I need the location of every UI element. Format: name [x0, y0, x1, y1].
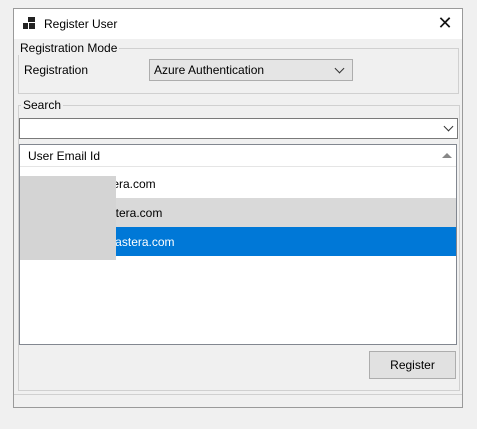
- app-window-icon: [23, 17, 35, 29]
- registration-dropdown-value: Azure Authentication: [154, 63, 265, 77]
- register-button[interactable]: Register: [369, 351, 456, 379]
- sort-ascending-icon: [442, 153, 452, 158]
- chevron-down-icon: [443, 121, 454, 132]
- register-user-dialog: Register User ✕ Registration Mode Regist…: [13, 8, 463, 408]
- column-header-user-email[interactable]: User Email Id: [20, 145, 456, 167]
- search-group-label: Search: [21, 98, 64, 112]
- registration-label: Registration: [24, 63, 89, 77]
- title-bar[interactable]: Register User ✕: [14, 9, 462, 39]
- redaction-block: [20, 176, 116, 260]
- search-combobox[interactable]: [19, 118, 458, 139]
- window-title: Register User: [44, 17, 118, 31]
- divider: [14, 394, 462, 395]
- registration-mode-group-label: Registration Mode: [18, 41, 120, 55]
- close-icon[interactable]: ✕: [434, 12, 456, 34]
- chevron-down-icon: [334, 63, 345, 74]
- registration-dropdown[interactable]: Azure Authentication: [149, 59, 353, 81]
